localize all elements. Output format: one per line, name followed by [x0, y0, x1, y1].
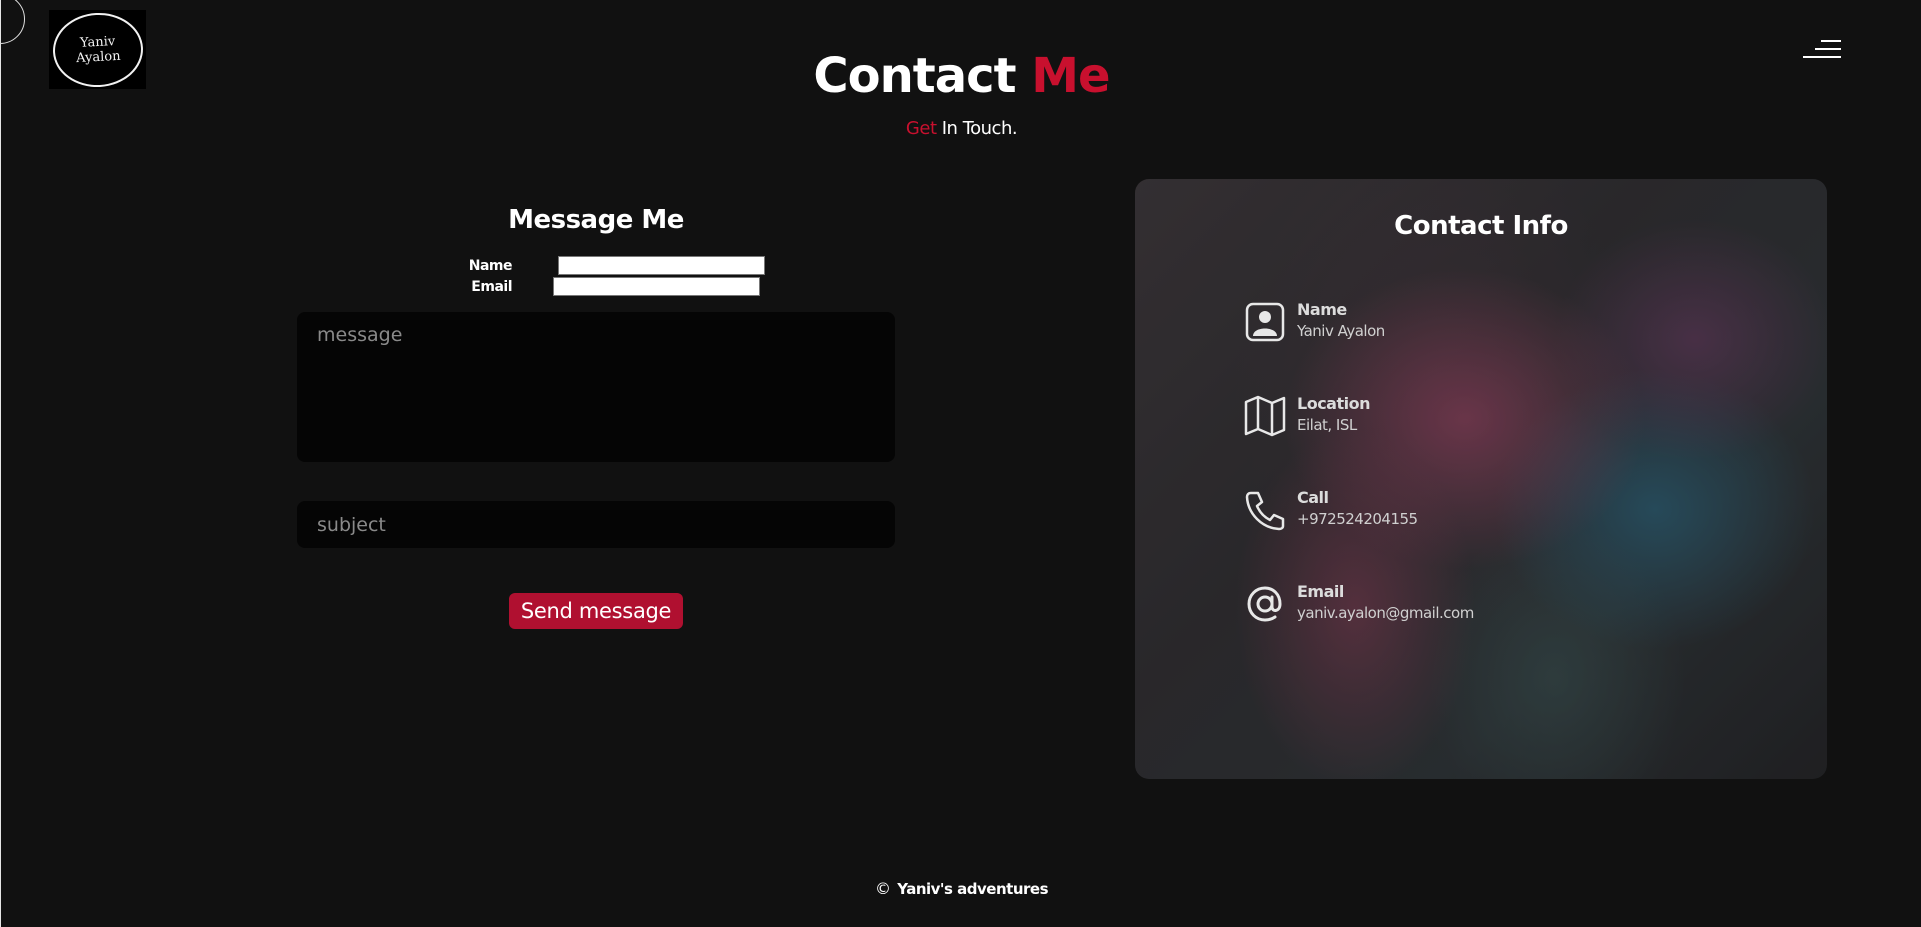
info-label-name: Name: [1297, 300, 1347, 319]
at-sign-icon: [1247, 586, 1282, 622]
phone-icon: [1245, 491, 1285, 531]
info-label-call: Call: [1297, 488, 1329, 507]
info-label-location: Location: [1297, 394, 1370, 413]
info-label-email: Email: [1297, 582, 1344, 601]
page-title-accent: Me: [1031, 48, 1110, 104]
info-value-name: Yaniv Ayalon: [1297, 322, 1385, 340]
subject-input[interactable]: subject: [297, 501, 895, 548]
name-label: Name: [468, 257, 513, 274]
footer-text: Yaniv's adventures: [897, 880, 1049, 898]
info-item-location: Location Eilat, ISL: [1243, 394, 1370, 438]
person-icon: [1245, 302, 1285, 342]
contact-form: Message Me Name Email message subject Se…: [297, 205, 895, 629]
map-icon: [1244, 395, 1286, 437]
page-title: Contact Me: [1, 48, 1921, 104]
email-input[interactable]: [553, 277, 760, 296]
info-item-email: Email yaniv.ayalon@gmail.com: [1243, 582, 1474, 626]
subtitle-accent: Get: [905, 118, 937, 139]
page-subtitle: Get In Touch.: [1, 118, 1921, 139]
cursor-ring: [0, 0, 25, 44]
send-message-button[interactable]: Send message: [508, 593, 684, 629]
info-value-location: Eilat, ISL: [1297, 416, 1357, 434]
footer: © Yaniv's adventures: [1, 879, 1921, 898]
email-field-row: Email: [297, 276, 895, 297]
info-value-call: +972524204155: [1297, 510, 1418, 528]
contact-info-card: Contact Info Name Yaniv Ayalon Location …: [1135, 179, 1827, 779]
info-value-email[interactable]: yaniv.ayalon@gmail.com: [1297, 602, 1474, 624]
subtitle-rest: In Touch.: [941, 118, 1018, 139]
message-textarea[interactable]: message: [297, 312, 895, 462]
email-label: Email: [471, 278, 512, 295]
menu-line: [1821, 40, 1841, 42]
name-input[interactable]: [558, 256, 765, 275]
name-field-row: Name: [297, 255, 895, 276]
contact-info-heading: Contact Info: [1394, 211, 1568, 241]
form-heading: Message Me: [508, 205, 684, 235]
info-item-name: Name Yaniv Ayalon: [1243, 300, 1385, 344]
copyright-icon: ©: [874, 879, 891, 898]
info-item-call: Call +972524204155: [1243, 488, 1418, 532]
page-title-main: Contact: [813, 48, 1016, 104]
